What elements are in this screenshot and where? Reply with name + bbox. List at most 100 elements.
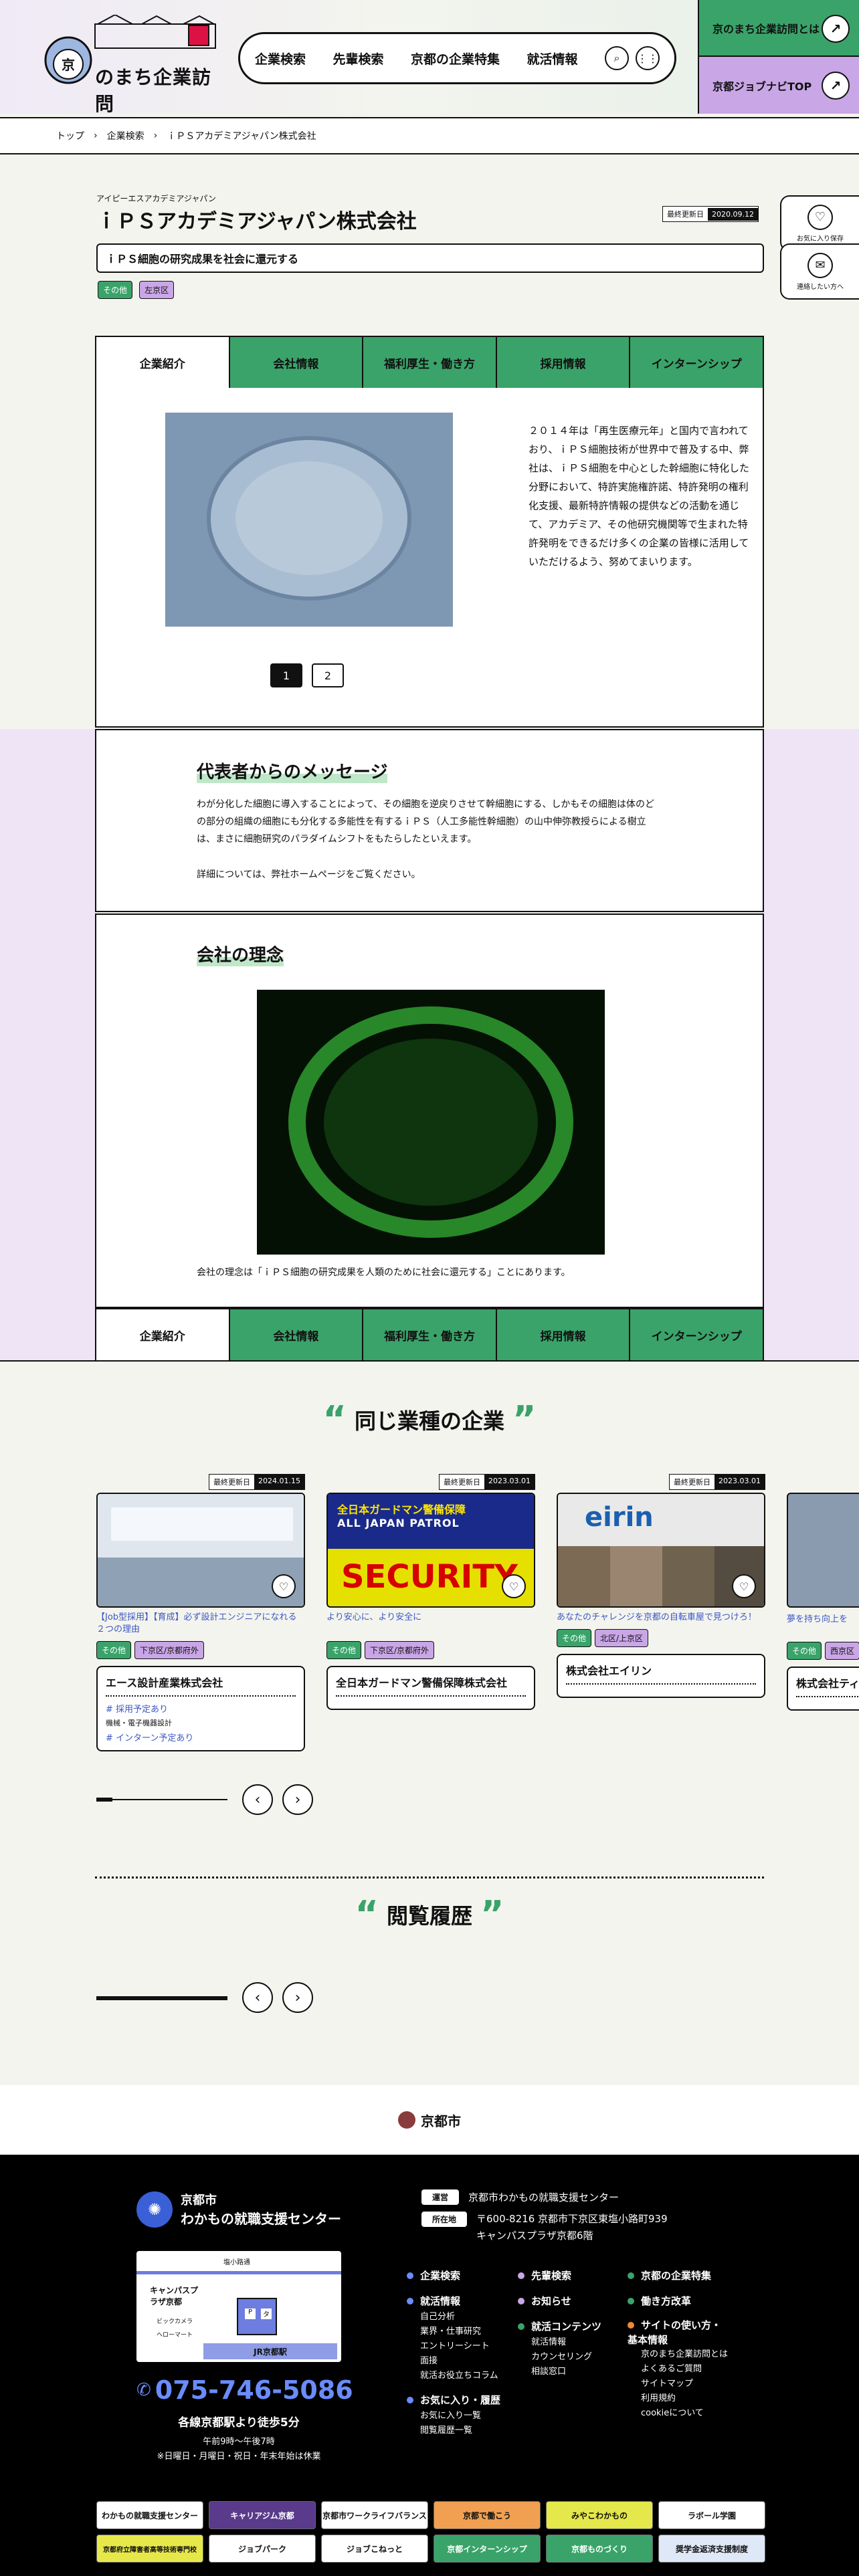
tab-recruit[interactable]: 採用情報 <box>496 1309 631 1360</box>
footer-link-self[interactable]: 自己分析 <box>420 2310 520 2325</box>
banner-school[interactable]: 京都府立障害者高等技術専門校 <box>96 2535 203 2563</box>
card-company-name[interactable]: 全日本ガードマン警備保障株式会社 <box>336 1674 526 1697</box>
card-caption[interactable]: 夢を持ち向上を <box>787 1612 859 1624</box>
footer-link-industry[interactable]: 業界・仕事研究 <box>420 2325 520 2339</box>
card-caption[interactable]: あなたのチャレンジを京都の自転車屋で見つけろ！ <box>557 1612 765 1624</box>
footer-link-counseling[interactable]: カウンセリング <box>531 2350 632 2365</box>
banner-career-gym[interactable]: キャリアジム京都 <box>209 2501 316 2529</box>
footer-link-favorites[interactable]: お気に入り・履歴 <box>407 2391 520 2409</box>
breadcrumb-top[interactable]: トップ <box>56 129 84 142</box>
next-arrow-icon[interactable]: › <box>282 1982 313 2013</box>
tab-recruit[interactable]: 採用情報 <box>496 337 631 388</box>
footer-link-column[interactable]: 就活お役立ちコラム <box>420 2369 520 2383</box>
jobnavi-button-label: 京都ジョブナビTOP <box>712 80 812 93</box>
jobnavi-top-button[interactable]: 京都ジョブナビTOP ↗ <box>698 57 859 114</box>
nav-job-info[interactable]: 就活情報 <box>527 49 578 68</box>
tab-intro[interactable]: 企業紹介 <box>96 1309 230 1360</box>
area-tag[interactable]: 下京区/京都府外 <box>365 1641 435 1659</box>
favorite-heart-icon[interactable]: ♡ <box>272 1574 296 1598</box>
nav-company-search[interactable]: 企業検索 <box>255 49 306 68</box>
tab-internship[interactable]: インターンシップ <box>630 1309 763 1360</box>
area-tag[interactable]: 北区/上京区 <box>595 1629 649 1647</box>
banner-wlb[interactable]: 京都市ワークライフバランス <box>321 2501 428 2529</box>
slider-thumb[interactable] <box>96 1798 112 1802</box>
site-logo[interactable]: 京 のまち企業訪問 <box>41 13 222 115</box>
footer-link-guide[interactable]: サイトの使い方・基本情報 <box>628 2318 728 2347</box>
page-1-button[interactable]: 1 <box>270 663 302 687</box>
prev-arrow-icon[interactable]: ‹ <box>242 1784 273 1815</box>
history-title: 閲覧履歴 <box>386 1903 472 1929</box>
recruit-link[interactable]: # 採用予定あり <box>106 1702 296 1715</box>
footer-link-consult[interactable]: 相談窓口 <box>531 2365 632 2379</box>
favorite-heart-icon[interactable]: ♡ <box>502 1574 526 1598</box>
company-card[interactable]: ♡ 最終更新日 2024.01.15 【Job型採用】【育成】必ず設計エンジニアに… <box>96 1474 305 1751</box>
card-company-name[interactable]: 株式会社エイリン <box>566 1662 756 1685</box>
access-map[interactable]: 塩小路通 キャンパスプラザ京都 ビックカメラ ヘローマート P タ JR京都駅 <box>136 2251 341 2362</box>
search-icon[interactable]: ⌕ <box>605 46 629 70</box>
footer-link-about[interactable]: 京のまち企業訪問とは <box>641 2347 741 2362</box>
tab-welfare[interactable]: 福利厚生・働き方 <box>363 1309 497 1360</box>
footer-link-sitemap[interactable]: サイトマップ <box>641 2377 741 2391</box>
footer-link-interview[interactable]: 面接 <box>420 2354 520 2369</box>
company-card-partial[interactable]: 夢を持ち向上を その他 西京区 株式会社ティ <box>787 1493 859 1774</box>
favorite-heart-icon[interactable]: ♡ <box>732 1574 756 1598</box>
banner-hatarakou[interactable]: 京都で働こう <box>434 2501 541 2529</box>
page-2-button[interactable]: 2 <box>312 663 344 687</box>
banner-miyako[interactable]: みやこわかもの <box>546 2501 653 2529</box>
city-name[interactable]: 京都市 <box>421 2111 461 2130</box>
tab-company-info[interactable]: 会社情報 <box>229 337 364 388</box>
footer-link-feature[interactable]: 京都の企業特集 <box>628 2267 741 2284</box>
breadcrumb-search[interactable]: 企業検索 <box>107 129 145 142</box>
footer-link-contents[interactable]: 就活コンテンツ <box>518 2318 632 2335</box>
area-tag[interactable]: 左京区 <box>139 281 175 299</box>
company-card[interactable]: 全日本ガードマン警備保障 ALL JAPAN PATROL SECURITY ♡… <box>326 1474 535 1710</box>
nav-kyoto-feature[interactable]: 京都の企業特集 <box>411 49 500 68</box>
footer-link-workstyle[interactable]: 働き方改革 <box>628 2292 741 2310</box>
footer-link-cookie[interactable]: cookieについて <box>641 2406 741 2421</box>
tab-intro[interactable]: 企業紹介 <box>96 337 230 388</box>
footer-link-company-search[interactable]: 企業検索 <box>407 2267 520 2284</box>
footer-link-job-info[interactable]: 就活情報 <box>407 2292 520 2310</box>
banner-monozukuri[interactable]: 京都ものづくり <box>546 2535 653 2563</box>
intern-link[interactable]: # インターン予定あり <box>106 1731 296 1743</box>
card-caption[interactable]: 【Job型採用】【育成】必ず設計エンジニアになれる２つの理由 <box>96 1612 305 1636</box>
tab-company-info[interactable]: 会社情報 <box>229 1309 364 1360</box>
banner-labor[interactable]: ラボール学園 <box>658 2501 765 2529</box>
footer-link-history[interactable]: 閲覧履歴一覧 <box>420 2424 520 2438</box>
contact-button[interactable]: ✉ 連絡したい方へ <box>780 243 859 300</box>
footer-col-3: 京都の企業特集 働き方改革 サイトの使い方・基本情報 京のまち企業訪問とは よく… <box>628 2267 741 2421</box>
industry-tag[interactable]: その他 <box>96 1641 132 1659</box>
industry-tag[interactable]: その他 <box>98 281 133 299</box>
intro-panel: ２０１４年は「再生医療元年」と国内で言われており、ｉＰＳ細胞技術が世界中で普及す… <box>95 388 764 728</box>
banner-jobconnect[interactable]: ジョブこねっと <box>321 2535 428 2563</box>
footer-phone[interactable]: ✆ 075-746-5086 <box>136 2375 353 2405</box>
card-company-name[interactable]: 株式会社ティ <box>796 1675 859 1697</box>
about-button[interactable]: 京のまち企業訪問とは ↗ <box>698 0 859 57</box>
industry-tag[interactable]: その他 <box>787 1642 822 1660</box>
industry-tag[interactable]: その他 <box>557 1629 592 1647</box>
tab-welfare[interactable]: 福利厚生・働き方 <box>363 337 497 388</box>
company-card[interactable]: eirin ♡ 最終更新日 2023.03.01 あなたのチャレンジを京都の自転車… <box>557 1474 765 1698</box>
footer-link-terms[interactable]: 利用規約 <box>641 2391 741 2406</box>
card-caption[interactable]: より安心に、より安全に <box>326 1612 535 1624</box>
banner-jobpark[interactable]: ジョブパーク <box>209 2535 316 2563</box>
next-arrow-icon[interactable]: › <box>282 1784 313 1815</box>
industry-tag[interactable]: その他 <box>326 1641 362 1659</box>
tab-internship[interactable]: インターンシップ <box>630 337 763 388</box>
footer-link-es[interactable]: エントリーシート <box>420 2339 520 2354</box>
footer-link-news[interactable]: お知らせ <box>518 2292 632 2310</box>
footer-link-info[interactable]: 就活情報 <box>531 2335 632 2350</box>
menu-grid-icon[interactable]: ⋮⋮ <box>636 46 660 70</box>
nav-senior-search[interactable]: 先輩検索 <box>333 49 384 68</box>
prev-arrow-icon[interactable]: ‹ <box>242 1982 273 2013</box>
banner-scholarship[interactable]: 奨学金返済支援制度 <box>658 2535 765 2563</box>
area-tag[interactable]: 西京区 <box>825 1642 859 1660</box>
banner-wakamono[interactable]: わかもの就職支援センター <box>96 2501 203 2529</box>
card-company-name[interactable]: エース設計産業株式会社 <box>106 1674 296 1697</box>
banner-internship[interactable]: 京都インターンシップ <box>434 2535 541 2563</box>
footer-link-fav-list[interactable]: お気に入り一覧 <box>420 2409 520 2424</box>
footer-link-senior[interactable]: 先輩検索 <box>518 2267 632 2284</box>
area-tag[interactable]: 下京区/京都府外 <box>134 1641 205 1659</box>
logo-text: のまち企業訪問 <box>95 66 212 115</box>
footer-link-faq[interactable]: よくあるご質問 <box>641 2362 741 2377</box>
